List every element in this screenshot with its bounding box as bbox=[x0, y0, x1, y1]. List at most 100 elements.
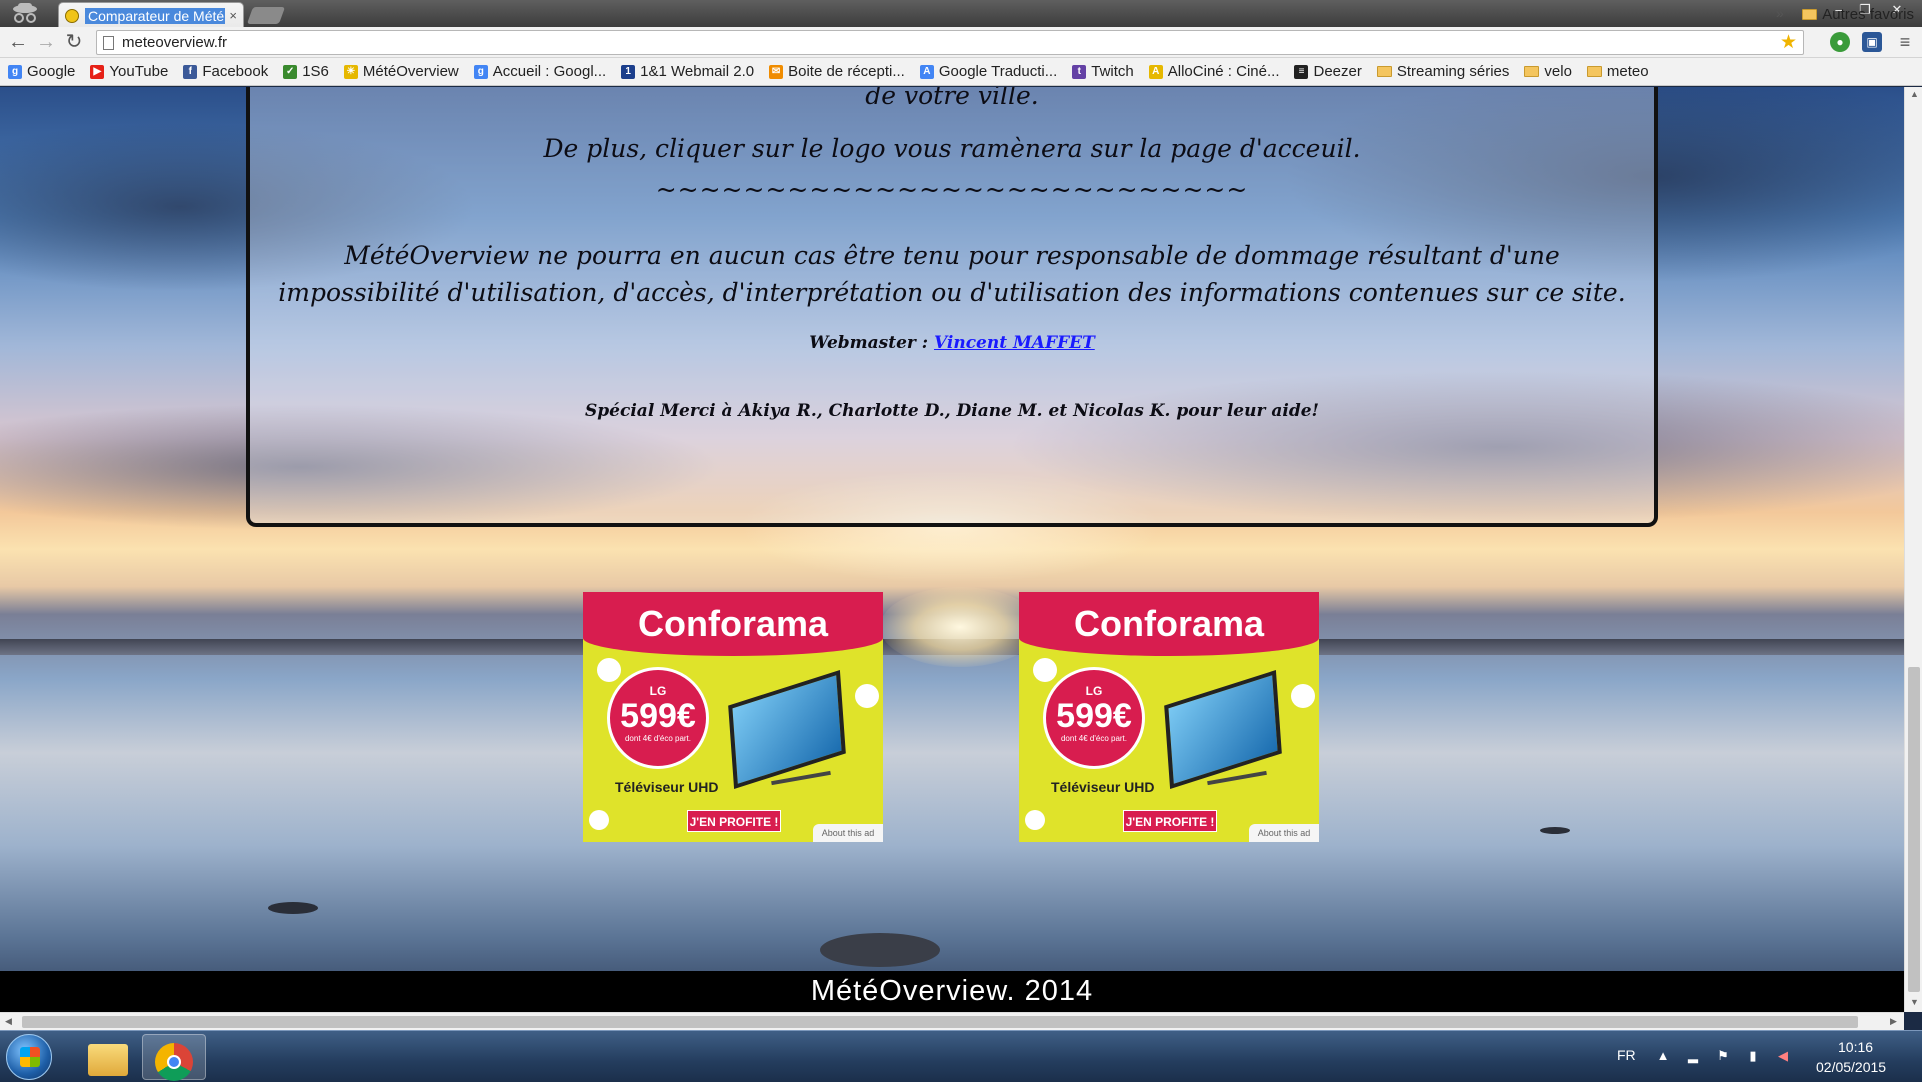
horizontal-scrollbar[interactable]: ◀ ▶ bbox=[0, 1012, 1904, 1030]
scroll-up-arrow-icon[interactable]: ▲ bbox=[1910, 89, 1919, 99]
ad-banner[interactable]: Conforama LG 599€ dont 4€ d'éco part. Té… bbox=[583, 592, 883, 842]
url-text: meteoverview.fr bbox=[122, 34, 228, 51]
folder-icon bbox=[1802, 8, 1818, 20]
youtube-icon: ▶ bbox=[90, 64, 105, 79]
scroll-right-arrow-icon[interactable]: ▶ bbox=[1890, 1016, 1897, 1027]
bookmark-label: Boite de récepti... bbox=[788, 63, 905, 80]
volume-muted-icon[interactable]: ◀ bbox=[1776, 1049, 1790, 1063]
about-ad-link[interactable]: About this ad bbox=[813, 824, 883, 842]
device-icon[interactable]: ▮ bbox=[1746, 1049, 1760, 1063]
back-arrow-icon[interactable]: ← bbox=[6, 31, 30, 55]
bookmark-item[interactable]: f Facebook bbox=[183, 63, 268, 80]
incognito-icon bbox=[13, 3, 37, 23]
bookmark-label: MétéOverview bbox=[362, 63, 459, 80]
ad-product: Téléviseur UHD bbox=[615, 779, 719, 795]
other-bookmarks-label: Autres favoris bbox=[1822, 5, 1914, 23]
bookmarks-overflow-icon[interactable]: » bbox=[1776, 5, 1784, 21]
page-footer: MétéOverview. 2014 bbox=[0, 971, 1904, 1012]
ad-banner[interactable]: Conforama LG 599€ dont 4€ d'éco part. Té… bbox=[1019, 592, 1319, 842]
tab-active[interactable]: Comparateur de Mété × bbox=[58, 2, 244, 28]
ad-decoration bbox=[589, 810, 609, 830]
new-tab-button[interactable] bbox=[246, 7, 286, 24]
bookmark-label: velo bbox=[1544, 63, 1572, 80]
bookmark-star-icon[interactable]: ★ bbox=[1780, 31, 1797, 54]
vertical-scrollbar[interactable]: ▲ ▼ bbox=[1904, 87, 1922, 1012]
taskbar-chrome[interactable] bbox=[142, 1034, 206, 1081]
ad-lg-logo: LG bbox=[1085, 684, 1103, 698]
webmail-icon: 1 bbox=[621, 64, 636, 79]
ad-price-note: dont 4€ d'éco part. bbox=[1060, 734, 1128, 743]
bookmark-item[interactable]: t Twitch bbox=[1072, 63, 1134, 80]
action-center-flag-icon[interactable]: ⚑ bbox=[1716, 1049, 1730, 1063]
bookmark-item[interactable]: ✓ 1S6 bbox=[283, 63, 329, 80]
bookmark-item[interactable]: ≡ Deezer bbox=[1294, 63, 1362, 80]
bookmark-label: AlloCiné : Ciné... bbox=[1167, 63, 1280, 80]
webmaster-link[interactable]: Vincent MAFFET bbox=[934, 333, 1095, 353]
show-hidden-icons-icon[interactable]: ▲ bbox=[1656, 1049, 1670, 1063]
language-indicator[interactable]: FR bbox=[1617, 1047, 1636, 1063]
ad-decoration bbox=[1033, 658, 1057, 682]
folder-icon bbox=[1376, 66, 1392, 77]
ad-cta-button[interactable]: J'EN PROFITE ! bbox=[1123, 810, 1217, 832]
tab-close-icon[interactable]: × bbox=[229, 8, 237, 23]
bookmark-item[interactable]: g Google bbox=[8, 63, 75, 80]
bookmark-item[interactable]: ☀ MétéOverview bbox=[343, 63, 459, 80]
horizontal-scroll-thumb[interactable] bbox=[22, 1016, 1858, 1028]
about-ad-link[interactable]: About this ad bbox=[1249, 824, 1319, 842]
bookmarks-bar: g Google ▶ YouTube f Facebook ✓ 1S6 ☀ MétéOvervie… bbox=[0, 58, 1922, 86]
menu-icon[interactable]: ≡ bbox=[1893, 31, 1917, 55]
bookmark-item[interactable]: A Google Traducti... bbox=[919, 63, 1058, 80]
forward-arrow-icon[interactable]: → bbox=[34, 31, 58, 55]
browser-toolbar: ← → ↻ meteoverview.fr ★ ● ▣ ≡ bbox=[0, 27, 1922, 58]
bookmark-item[interactable]: meteo bbox=[1586, 63, 1649, 80]
bookmark-label: meteo bbox=[1606, 63, 1649, 80]
bookmark-label: Accueil : Googl... bbox=[492, 63, 607, 80]
bookmark-item[interactable]: ✉ Boite de récepti... bbox=[769, 63, 905, 80]
scroll-left-arrow-icon[interactable]: ◀ bbox=[5, 1016, 12, 1027]
webmaster-label: Webmaster : bbox=[809, 333, 934, 353]
network-icon[interactable]: ▂ bbox=[1686, 1049, 1700, 1063]
mail-icon: ✉ bbox=[769, 64, 784, 79]
ad-price-badge: LG 599€ dont 4€ d'éco part. bbox=[1043, 667, 1145, 769]
sun-glow bbox=[880, 587, 1040, 667]
bookmark-item[interactable]: A AlloCiné : Ciné... bbox=[1148, 63, 1280, 80]
scroll-down-arrow-icon[interactable]: ▼ bbox=[1910, 997, 1919, 1007]
divider-tildes: ~~~~~~~~~~~~~~~~~~~~~~~~~~~ bbox=[655, 175, 1249, 204]
page-viewport: de votre ville. De plus, cliquer sur le … bbox=[0, 87, 1904, 1012]
rock bbox=[268, 902, 318, 914]
bookmark-label: Streaming séries bbox=[1396, 63, 1510, 80]
bookmark-item[interactable]: 1 1&1 Webmail 2.0 bbox=[621, 63, 754, 80]
weather-icon: ☀ bbox=[343, 64, 358, 79]
ad-cta-button[interactable]: J'EN PROFITE ! bbox=[687, 810, 781, 832]
bookmark-label: Google bbox=[27, 63, 76, 80]
bookmark-label: Google Traducti... bbox=[938, 63, 1058, 80]
folder-icon bbox=[1586, 66, 1602, 77]
start-button[interactable] bbox=[6, 1034, 52, 1080]
other-bookmarks[interactable]: Autres favoris bbox=[1802, 0, 1914, 28]
chrome-icon bbox=[155, 1043, 193, 1081]
deezer-icon: ≡ bbox=[1294, 64, 1309, 79]
facebook-icon: f bbox=[183, 64, 198, 79]
bookmark-label: Facebook bbox=[202, 63, 269, 80]
extension-icon[interactable]: ● bbox=[1830, 32, 1850, 52]
bookmark-label: YouTube bbox=[109, 63, 169, 80]
ad-price: 599€ bbox=[1056, 697, 1132, 735]
taskbar-explorer[interactable] bbox=[76, 1034, 140, 1080]
info-panel: de votre ville. De plus, cliquer sur le … bbox=[246, 87, 1658, 527]
info-line-top: de votre ville. bbox=[865, 87, 1039, 110]
page-icon bbox=[103, 35, 114, 50]
extension-icon[interactable]: ▣ bbox=[1862, 32, 1882, 52]
bookmark-item[interactable]: velo bbox=[1524, 63, 1572, 80]
google-icon: g bbox=[8, 64, 22, 79]
browser-titlebar: Comparateur de Mété × – ❐ ✕ bbox=[0, 0, 1922, 28]
clock-date[interactable]: 02/05/2015 bbox=[1816, 1059, 1886, 1075]
bookmark-label: Deezer bbox=[1313, 63, 1362, 80]
reload-icon[interactable]: ↻ bbox=[62, 31, 86, 55]
bookmark-label: 1&1 Webmail 2.0 bbox=[640, 63, 755, 80]
bookmark-item[interactable]: g Accueil : Googl... bbox=[473, 63, 607, 80]
address-bar[interactable]: meteoverview.fr ★ bbox=[96, 30, 1804, 55]
bookmark-item[interactable]: Streaming séries bbox=[1376, 63, 1510, 80]
bookmark-item[interactable]: ▶ YouTube bbox=[90, 63, 168, 80]
clock-time[interactable]: 10:16 bbox=[1838, 1039, 1873, 1055]
vertical-scroll-thumb[interactable] bbox=[1908, 667, 1920, 992]
